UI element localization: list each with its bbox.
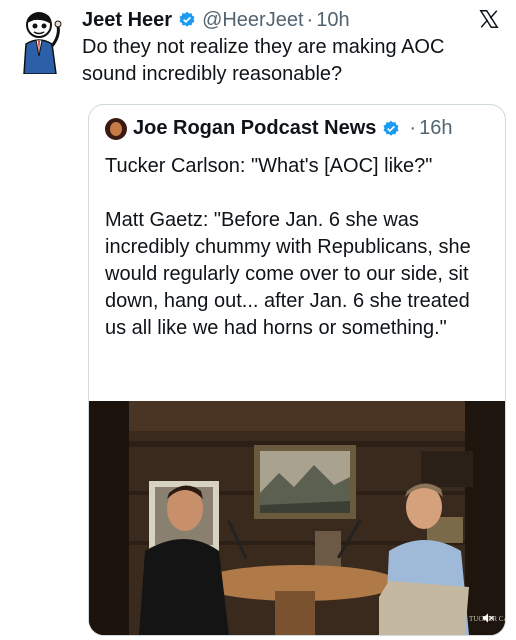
tweet: Jeet Heer @HeerJeet · 10h Do they not re… — [0, 0, 516, 640]
speaker-muted-icon[interactable] — [481, 611, 495, 625]
author-handle[interactable]: @HeerJeet — [202, 9, 303, 32]
separator-dot: · — [409, 117, 417, 139]
tweet-time[interactable]: 10h — [316, 9, 349, 32]
quoted-header: Joe Rogan Podcast News · 16h — [105, 117, 452, 140]
quoted-avatar[interactable] — [105, 117, 127, 140]
separator-dot: · — [306, 8, 314, 31]
author-name[interactable]: Jeet Heer — [82, 9, 172, 32]
quoted-author-name[interactable]: Joe Rogan Podcast News — [133, 117, 376, 140]
quoted-text: Tucker Carlson: "What's [AOC] like?" Mat… — [105, 155, 471, 339]
verified-badge-icon — [178, 11, 196, 29]
x-logo-icon[interactable] — [478, 8, 500, 37]
quoted-time[interactable]: 16h — [419, 117, 452, 140]
quoted-tweet[interactable]: Joe Rogan Podcast News · 16h Tucker Carl… — [88, 104, 506, 636]
quoted-media-image[interactable]: TUCKER CARLSON — [89, 401, 505, 635]
tweet-header: Jeet Heer @HeerJeet · 10h — [82, 6, 500, 34]
tweet-text: Do they not realize they are making AOC … — [82, 36, 445, 85]
verified-badge-icon — [382, 120, 400, 138]
avatar[interactable] — [12, 10, 70, 75]
